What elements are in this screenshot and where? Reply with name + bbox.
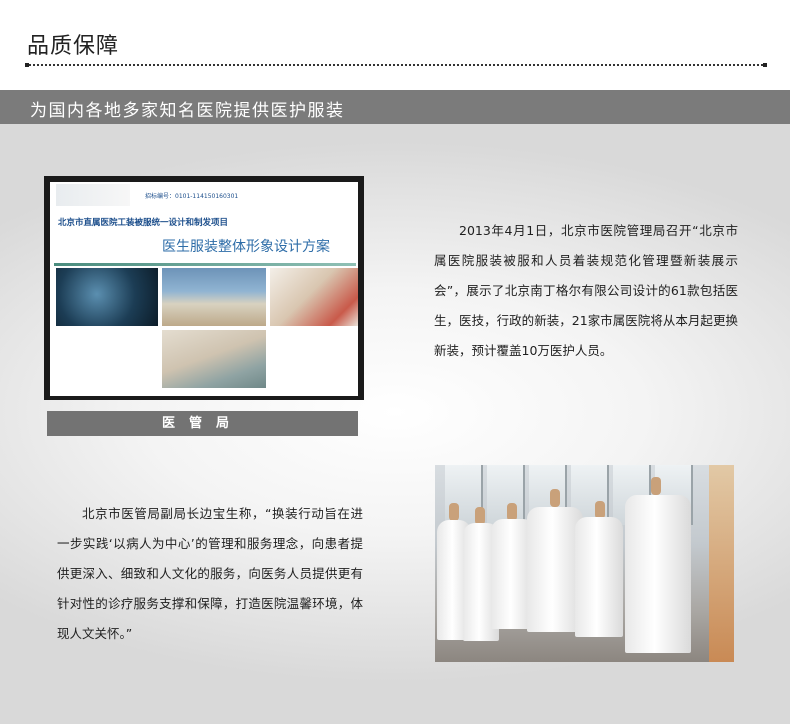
cover-caption: 医管局 bbox=[47, 411, 358, 436]
cover-main-title: 医生服装整体形象设计方案 bbox=[162, 239, 330, 255]
cover-photo-sand bbox=[162, 330, 266, 388]
cover-subtitle: 北京市直属医院工装被服统一设计和制发项目 bbox=[58, 218, 229, 228]
section-banner: 为国内各地多家知名医院提供医护服装 bbox=[0, 90, 790, 124]
news-paragraph: 2013年4月1日，北京市医院管理局召开“北京市属医院服装被服和人员着装规范化管… bbox=[434, 223, 738, 358]
cover-photo-equipment bbox=[56, 268, 158, 326]
cover-photo-beach bbox=[162, 268, 266, 326]
white-coat bbox=[575, 517, 623, 637]
mannequin-neck bbox=[449, 503, 459, 521]
decorative-wall bbox=[709, 465, 734, 662]
white-coat-mannequins-photo bbox=[435, 465, 734, 662]
banner-text: 为国内各地多家知名医院提供医护服装 bbox=[30, 101, 345, 121]
page-title: 品质保障 bbox=[27, 34, 120, 59]
white-coat bbox=[625, 495, 691, 653]
cover-divider-band bbox=[54, 263, 356, 266]
window-pane bbox=[487, 465, 525, 525]
mannequin-neck bbox=[651, 477, 661, 495]
cover-header-photo bbox=[56, 184, 130, 206]
cover-photo-doctor bbox=[270, 268, 358, 326]
cover-page: 招标编号：0101-114150160301 北京市直属医院工装被服统一设计和制… bbox=[50, 182, 358, 396]
design-proposal-cover-image: 招标编号：0101-114150160301 北京市直属医院工装被服统一设计和制… bbox=[44, 176, 364, 400]
quote-paragraph: 北京市医管局副局长边宝生称，“换装行动旨在进一步实践‘以病人为中心’的管理和服务… bbox=[57, 506, 363, 641]
title-divider bbox=[25, 63, 767, 67]
cover-code-text: 招标编号：0101-114150160301 bbox=[145, 193, 239, 200]
mannequin-neck bbox=[550, 489, 560, 507]
